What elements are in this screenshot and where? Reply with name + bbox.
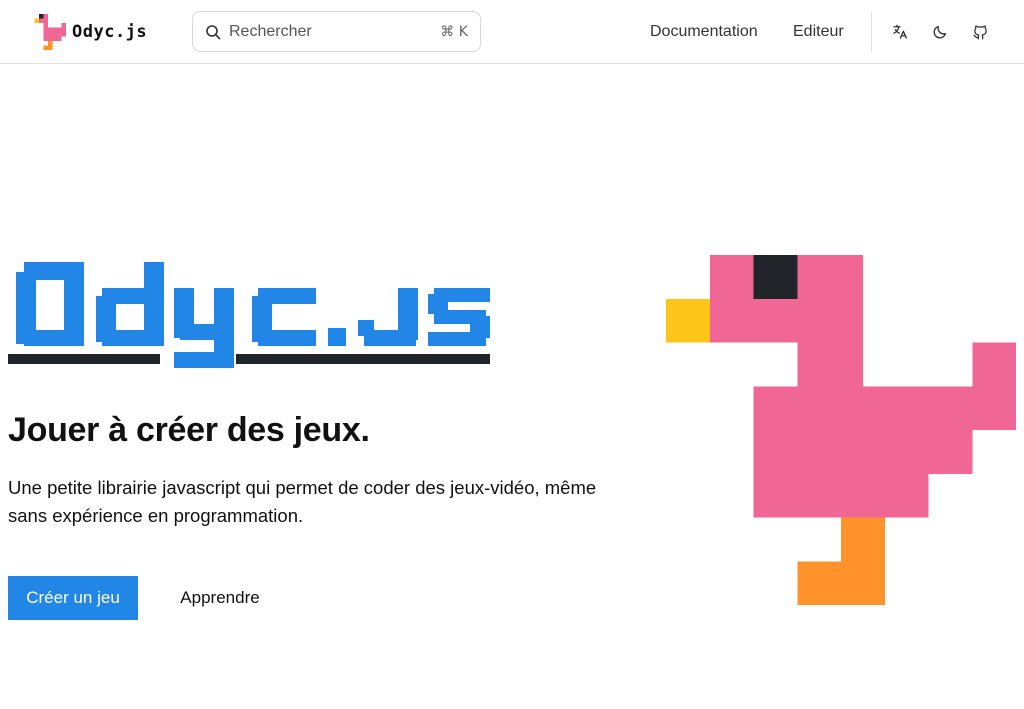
hero-title: Jouer à créer des jeux. (8, 411, 370, 449)
nav-link-editor[interactable]: Editeur (793, 20, 844, 44)
moon-icon (933, 26, 946, 39)
bird-beak (666, 298, 710, 343)
top-navigation-bar: Odyc.js Rechercher ⌘ K Documentation Edi… (0, 0, 1024, 64)
search-input[interactable]: Rechercher ⌘ K (192, 11, 481, 52)
hero-description: Une petite librairie javascript qui perm… (8, 477, 597, 526)
language-switch-button[interactable] (888, 20, 912, 44)
search-icon (206, 24, 221, 39)
bird-eye (753, 255, 798, 299)
bird-head-lower (709, 298, 863, 343)
odyc-pixel-wordmark (8, 262, 490, 368)
search-placeholder: Rechercher (229, 22, 312, 40)
github-icon (972, 25, 987, 40)
bird-body (753, 386, 1016, 430)
pink-bird-pixel-illustration (666, 255, 1016, 605)
brand-home-link[interactable]: Odyc.js (30, 14, 147, 50)
nav-divider (871, 12, 872, 52)
bird-leg (841, 517, 885, 562)
theme-toggle-button[interactable] (928, 20, 952, 44)
brand-name: Odyc.js (72, 22, 148, 42)
nav-link-documentation[interactable]: Documentation (650, 20, 758, 44)
learn-button[interactable]: Apprendre (162, 576, 278, 620)
translate-icon (893, 24, 908, 39)
github-link-button[interactable] (968, 20, 992, 44)
bird-neck (797, 342, 863, 387)
bird-body-bottom (753, 473, 929, 518)
create-game-button[interactable]: Créer un jeu (8, 576, 138, 620)
search-shortcut-hint: ⌘ K (440, 23, 468, 40)
odyc-logo-icon (34, 14, 66, 50)
bird-foot (797, 561, 885, 605)
bird-body-mid (753, 430, 973, 474)
